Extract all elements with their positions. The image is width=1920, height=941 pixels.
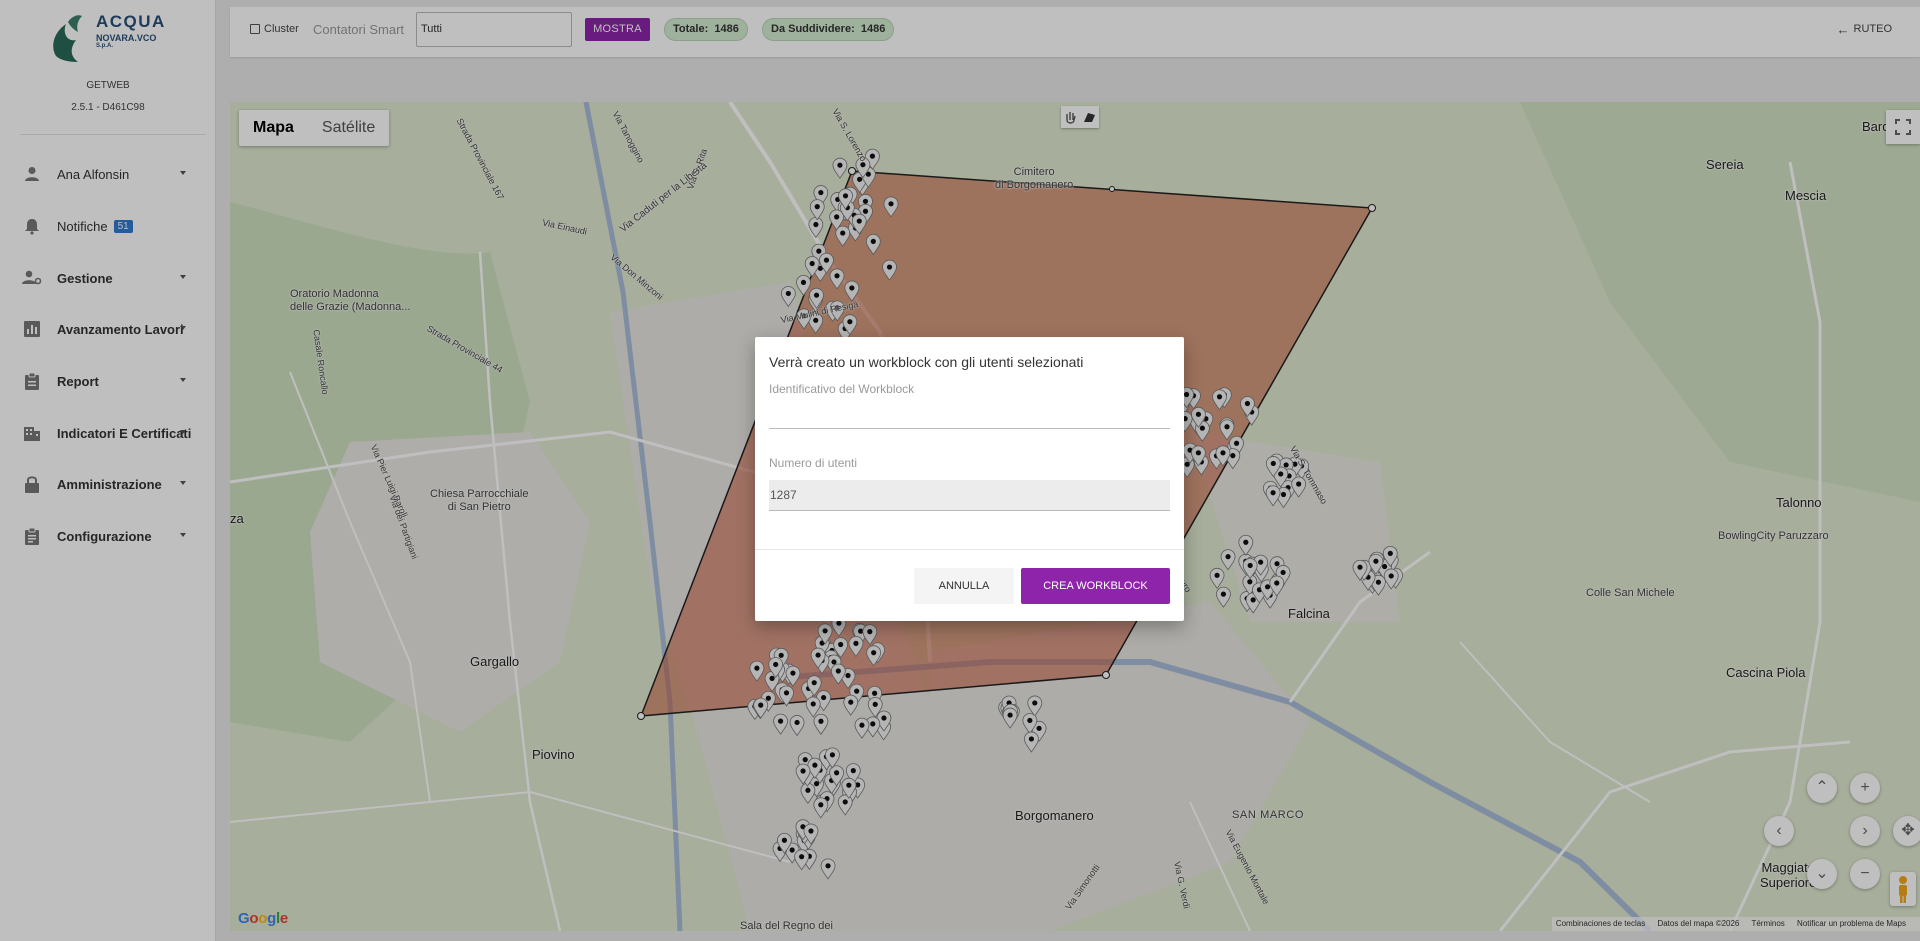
dialog-title: Verrà creato un workblock con gli utenti… bbox=[769, 354, 1084, 370]
user-count-label: Numero di utenti bbox=[769, 456, 858, 470]
dialog-divider bbox=[755, 549, 1184, 550]
workblock-id-label: Identificativo del Workblock bbox=[769, 382, 915, 396]
create-workblock-dialog: Verrà creato un workblock con gli utenti… bbox=[755, 337, 1184, 621]
cancel-button[interactable]: ANNULLA bbox=[914, 568, 1014, 604]
user-count-field: 1287 bbox=[769, 480, 1170, 511]
create-workblock-button[interactable]: CREA WORKBLOCK bbox=[1021, 568, 1170, 604]
workblock-id-input[interactable] bbox=[769, 399, 1170, 429]
